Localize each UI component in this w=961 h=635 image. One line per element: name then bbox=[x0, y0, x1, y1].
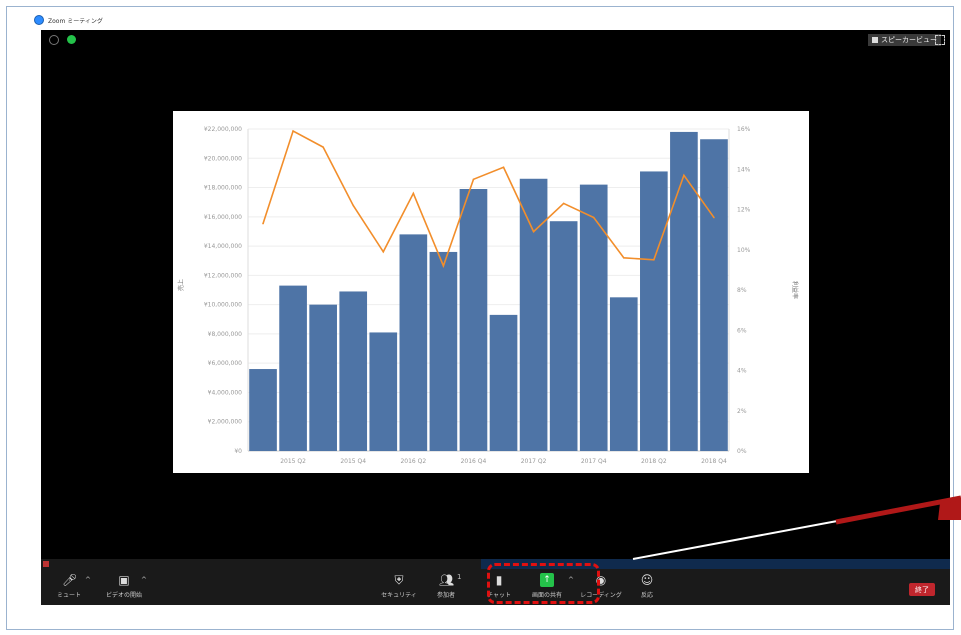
callout-arrow bbox=[632, 495, 961, 560]
